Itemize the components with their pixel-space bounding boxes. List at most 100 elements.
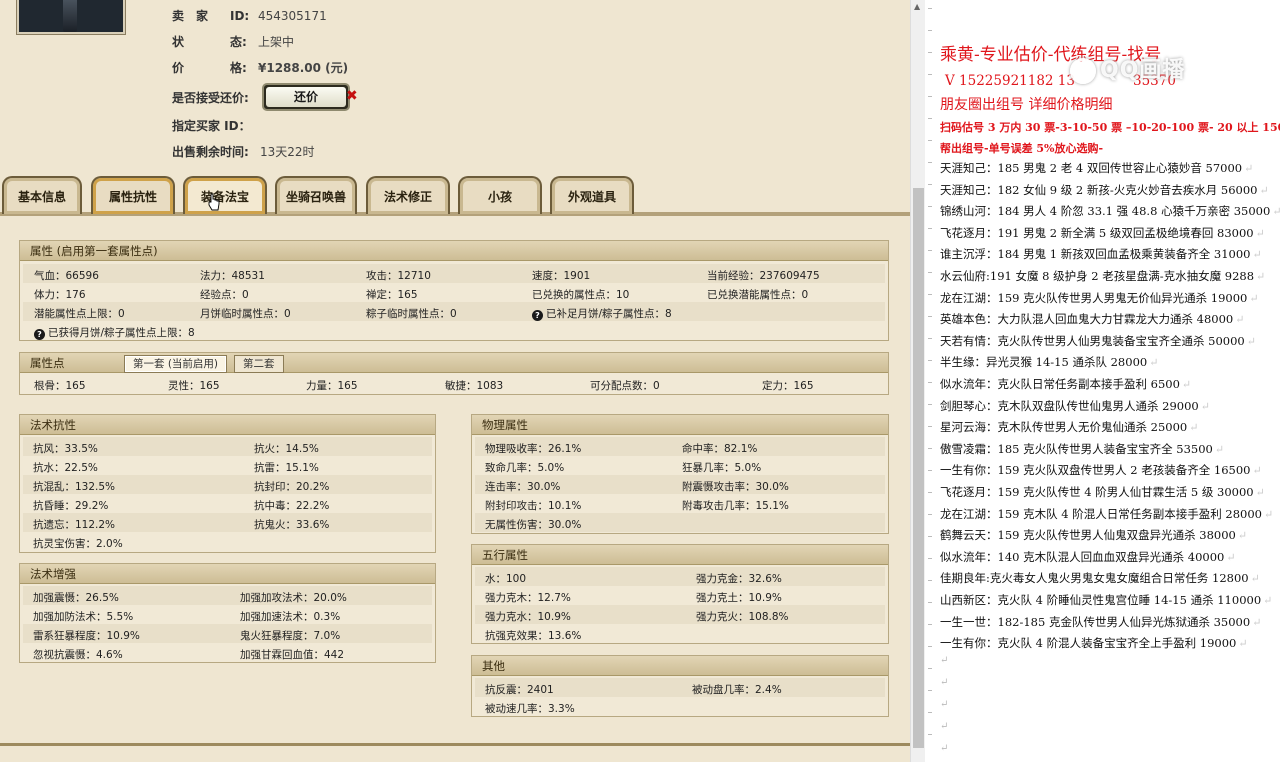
doc-line: 天涯知己：182 女仙 9 级 2 新孩-火克火妙音去疾水月 56000 ↵ [940, 182, 1269, 197]
bottom-divider [0, 743, 910, 746]
attr-hp: 气血：66596 [34, 270, 99, 282]
phys-combo: 连击率：30.0% [485, 481, 561, 493]
doc-help: 帮出组号-单号误差 5%放心选购- [940, 142, 1104, 155]
doc-line: 飞花逐月：191 男鬼 2 新全满 5 级双回孟极绝境春回 83000 ↵ [940, 225, 1265, 240]
elements-panel: 五行属性 水：100 强力克金：32.6% 强力克木：12.7% 强力克土：10… [471, 544, 889, 644]
phys-poison-atk: 附毒攻击几率：15.1% [682, 500, 789, 512]
price-row: 价 格: ¥1288.00 (元) [172, 59, 348, 77]
phys-absorb: 物理吸收率：26.1% [485, 443, 582, 455]
counter-offer-button-label: 还价 [266, 87, 346, 107]
scroll-up-icon[interactable]: ▲ [914, 2, 920, 11]
doc-line: 龙在江湖：159 克火队传世男人男鬼无价仙异光通杀 19000 ↵ [940, 290, 1259, 305]
doc-line: 半生缘：异光灵猴 14-15 通杀队 28000 ↵ [940, 355, 1159, 370]
attr-exchanged: 已兑换的属性点：10 [532, 289, 630, 301]
watermark: QQ画播 [1070, 52, 1240, 90]
enhance-shock: 加强震慑：26.5% [33, 592, 119, 604]
doc-line: 谁主沉浮：184 男鬼 1 新孩双回血孟极乘黄装备齐全 31000 ↵ [940, 247, 1262, 262]
tab-spell-correction[interactable]: 法术修正 [366, 176, 450, 214]
attr-exp-points: 经验点：0 [200, 289, 249, 301]
elements-title: 五行属性 [472, 545, 888, 565]
resist-panel: 法术抗性 抗风：33.5% 抗火：14.5% 抗水：22.5% 抗雷：15.1%… [19, 414, 436, 553]
attr-zongzi-temp: 粽子临时属性点：0 [366, 308, 457, 320]
elem-vs-water: 强力克水：10.9% [485, 611, 571, 623]
doc-line: 英雄本色：大力队混人回血鬼大力甘霖龙大力通杀 48000 ↵ [940, 312, 1245, 327]
phys-neutral-dmg: 无属性伤害：30.0% [485, 519, 582, 531]
seller-row: 卖 家 ID: 454305171 [172, 7, 327, 25]
elem-vs-earth: 强力克土：10.9% [696, 592, 782, 604]
close-icon[interactable]: ✖ [346, 88, 358, 104]
seller-id: 454305171 [258, 9, 327, 23]
resist-title: 法术抗性 [20, 415, 435, 435]
enhance-ignore-shock: 忽视抗震慑：4.6% [33, 649, 123, 661]
attr-potential-exchanged: 已兑换潜能属性点：0 [707, 289, 809, 301]
tab-basic-info[interactable]: 基本信息 [2, 176, 82, 214]
doc-line: 天涯知己：185 男鬼 2 老 4 双回传世容止心猿妙音 57000 ↵ [940, 161, 1254, 175]
elem-water: 水：100 [485, 573, 527, 585]
resist-forget: 抗遗忘：112.2% [33, 519, 116, 531]
elem-vs-wood: 强力克木：12.7% [485, 592, 571, 604]
question-icon[interactable]: ? [34, 329, 45, 340]
point-constitution: 根骨：165 [34, 380, 86, 392]
doc-line: 剑胆琴心：克木队双盘队传世仙鬼男人通杀 29000 ↵ [940, 398, 1210, 413]
resist-treasure: 抗灵宝伤害：2.0% [33, 538, 123, 550]
doc-line: 水云仙府:191 女魔 8 级护身 2 老孩星盘满-克水抽女魔 9288 ↵ [940, 269, 1266, 283]
doc-line: 似水流年：克火队日常任务副本接手盈利 6500 ↵ [940, 377, 1192, 391]
subtab-set-one[interactable]: 第一套 (当前启用) [124, 355, 228, 373]
attr-exp: 当前经验：237609475 [707, 270, 820, 282]
tab-equipment[interactable]: 装备法宝 [183, 176, 267, 214]
hand-cursor-icon [208, 193, 220, 211]
vertical-scrollbar[interactable]: ▲ [910, 0, 925, 762]
remaining-label: 出售剩余时间: [172, 145, 249, 159]
doc-empty-para: ↵ [940, 721, 949, 732]
enhance-thunder-rage: 雷系狂暴程度：10.9% [33, 630, 140, 642]
subtab-set-two[interactable]: 第二套 [234, 355, 284, 373]
trade-panel: 卖 家 ID: 454305171 状 态: 上架中 价 格: ¥1288.00 (元) 是… [0, 0, 910, 762]
doc-empty-para: ↵ [940, 677, 949, 688]
character-avatar [17, 0, 125, 34]
other-passive-speed: 被动速几率：3.3% [485, 703, 575, 715]
phys-crit: 致命几率：5.0% [485, 462, 565, 474]
counter-offer-button[interactable]: 还价 [262, 83, 350, 111]
elem-vs-fire: 强力克火：108.8% [696, 611, 789, 623]
point-focus: 定力：165 [762, 380, 814, 392]
points-panel: 属性点 第一套 (当前启用) 第二套 根骨：165 灵性：165 力量：165 … [19, 352, 889, 395]
doc-line: 山西新区：克火队 4 阶睡仙灵性鬼宫位睡 14-15 通杀 110000 ↵ [940, 593, 1273, 607]
tab-child[interactable]: 小孩 [458, 176, 542, 214]
point-available: 可分配点数：0 [590, 380, 660, 392]
resist-sleep: 抗昏睡：29.2% [33, 500, 109, 512]
status-row: 状 态: 上架中 [172, 33, 294, 51]
tab-appearance[interactable]: 外观道具 [550, 176, 634, 214]
enhance-atk-spell: 加强加攻法术：20.0% [240, 592, 347, 604]
other-anti-shock: 抗反震：2401 [485, 684, 554, 696]
price-value: ¥1288.00 (元) [258, 61, 349, 75]
doc-line: 鹤舞云天：159 克火队传世男人仙鬼双盘异光通杀 38000 ↵ [940, 528, 1248, 543]
doc-empty-para: ↵ [940, 743, 949, 754]
buyer-label: 指定买家 ID： [172, 119, 251, 133]
doc-line: 天若有情：克火队传世男人仙男鬼装备宝宝齐全通杀 50000 ↵ [940, 333, 1256, 348]
enhance-panel: 法术增强 加强震慑：26.5% 加强加攻法术：20.0% 加强加防法术：5.5%… [19, 563, 436, 663]
doc-line: 佳期良年:克火毒女人鬼火男鬼女鬼女魔组合日常任务 12800 ↵ [940, 571, 1260, 586]
attributes-panel: 属性 (启用第一套属性点) 气血：66596 法力：48531 攻击：12710… [19, 240, 889, 341]
phys-shock-atk: 附震慑攻击率：30.0% [682, 481, 789, 493]
resist-water: 抗水：22.5% [33, 462, 98, 474]
scrollbar-thumb[interactable] [913, 188, 924, 748]
price-label: 价 [172, 61, 185, 75]
attr-cap-note: ? 已获得月饼/粽子属性点上限：8 [34, 325, 195, 340]
tab-attributes[interactable]: 属性抗性 [91, 176, 175, 214]
counter-offer-row: 是否接受还价: [172, 89, 260, 107]
enhance-speed-spell: 加强加速法术：0.3% [240, 611, 341, 623]
resist-confuse: 抗混乱：132.5% [33, 481, 116, 493]
status-value: 上架中 [258, 35, 295, 49]
other-title: 其他 [472, 656, 888, 676]
attr-filled-points: ? 已补足月饼/粽子属性点：8 [532, 306, 672, 321]
doc-line: 锦绣山河：184 男人 4 阶忽 33.1 强 48.8 心猿千万亲密 3500… [940, 204, 1280, 219]
doc-subtitle: 朋友圈出组号 详细价格明细 [940, 97, 1113, 113]
doc-line: 似水流年：140 克木队混人回血血双盘异光通杀 40000 ↵ [940, 549, 1236, 564]
phys-hit: 命中率：82.1% [682, 443, 758, 455]
question-icon[interactable]: ? [532, 310, 543, 321]
physical-panel: 物理属性 物理吸收率：26.1% 命中率：82.1% 致命几率：5.0% 狂暴几… [471, 414, 889, 534]
elem-vs-metal: 强力克金：32.6% [696, 573, 782, 585]
document-pane: 乘黄-专业估价-代练组号-找号 V 15225921182 13 35370 朋友… [925, 0, 1280, 762]
tab-mounts-pets[interactable]: 坐骑召唤兽 [275, 176, 357, 214]
elem-resist-counter: 抗强克效果：13.6% [485, 630, 582, 642]
